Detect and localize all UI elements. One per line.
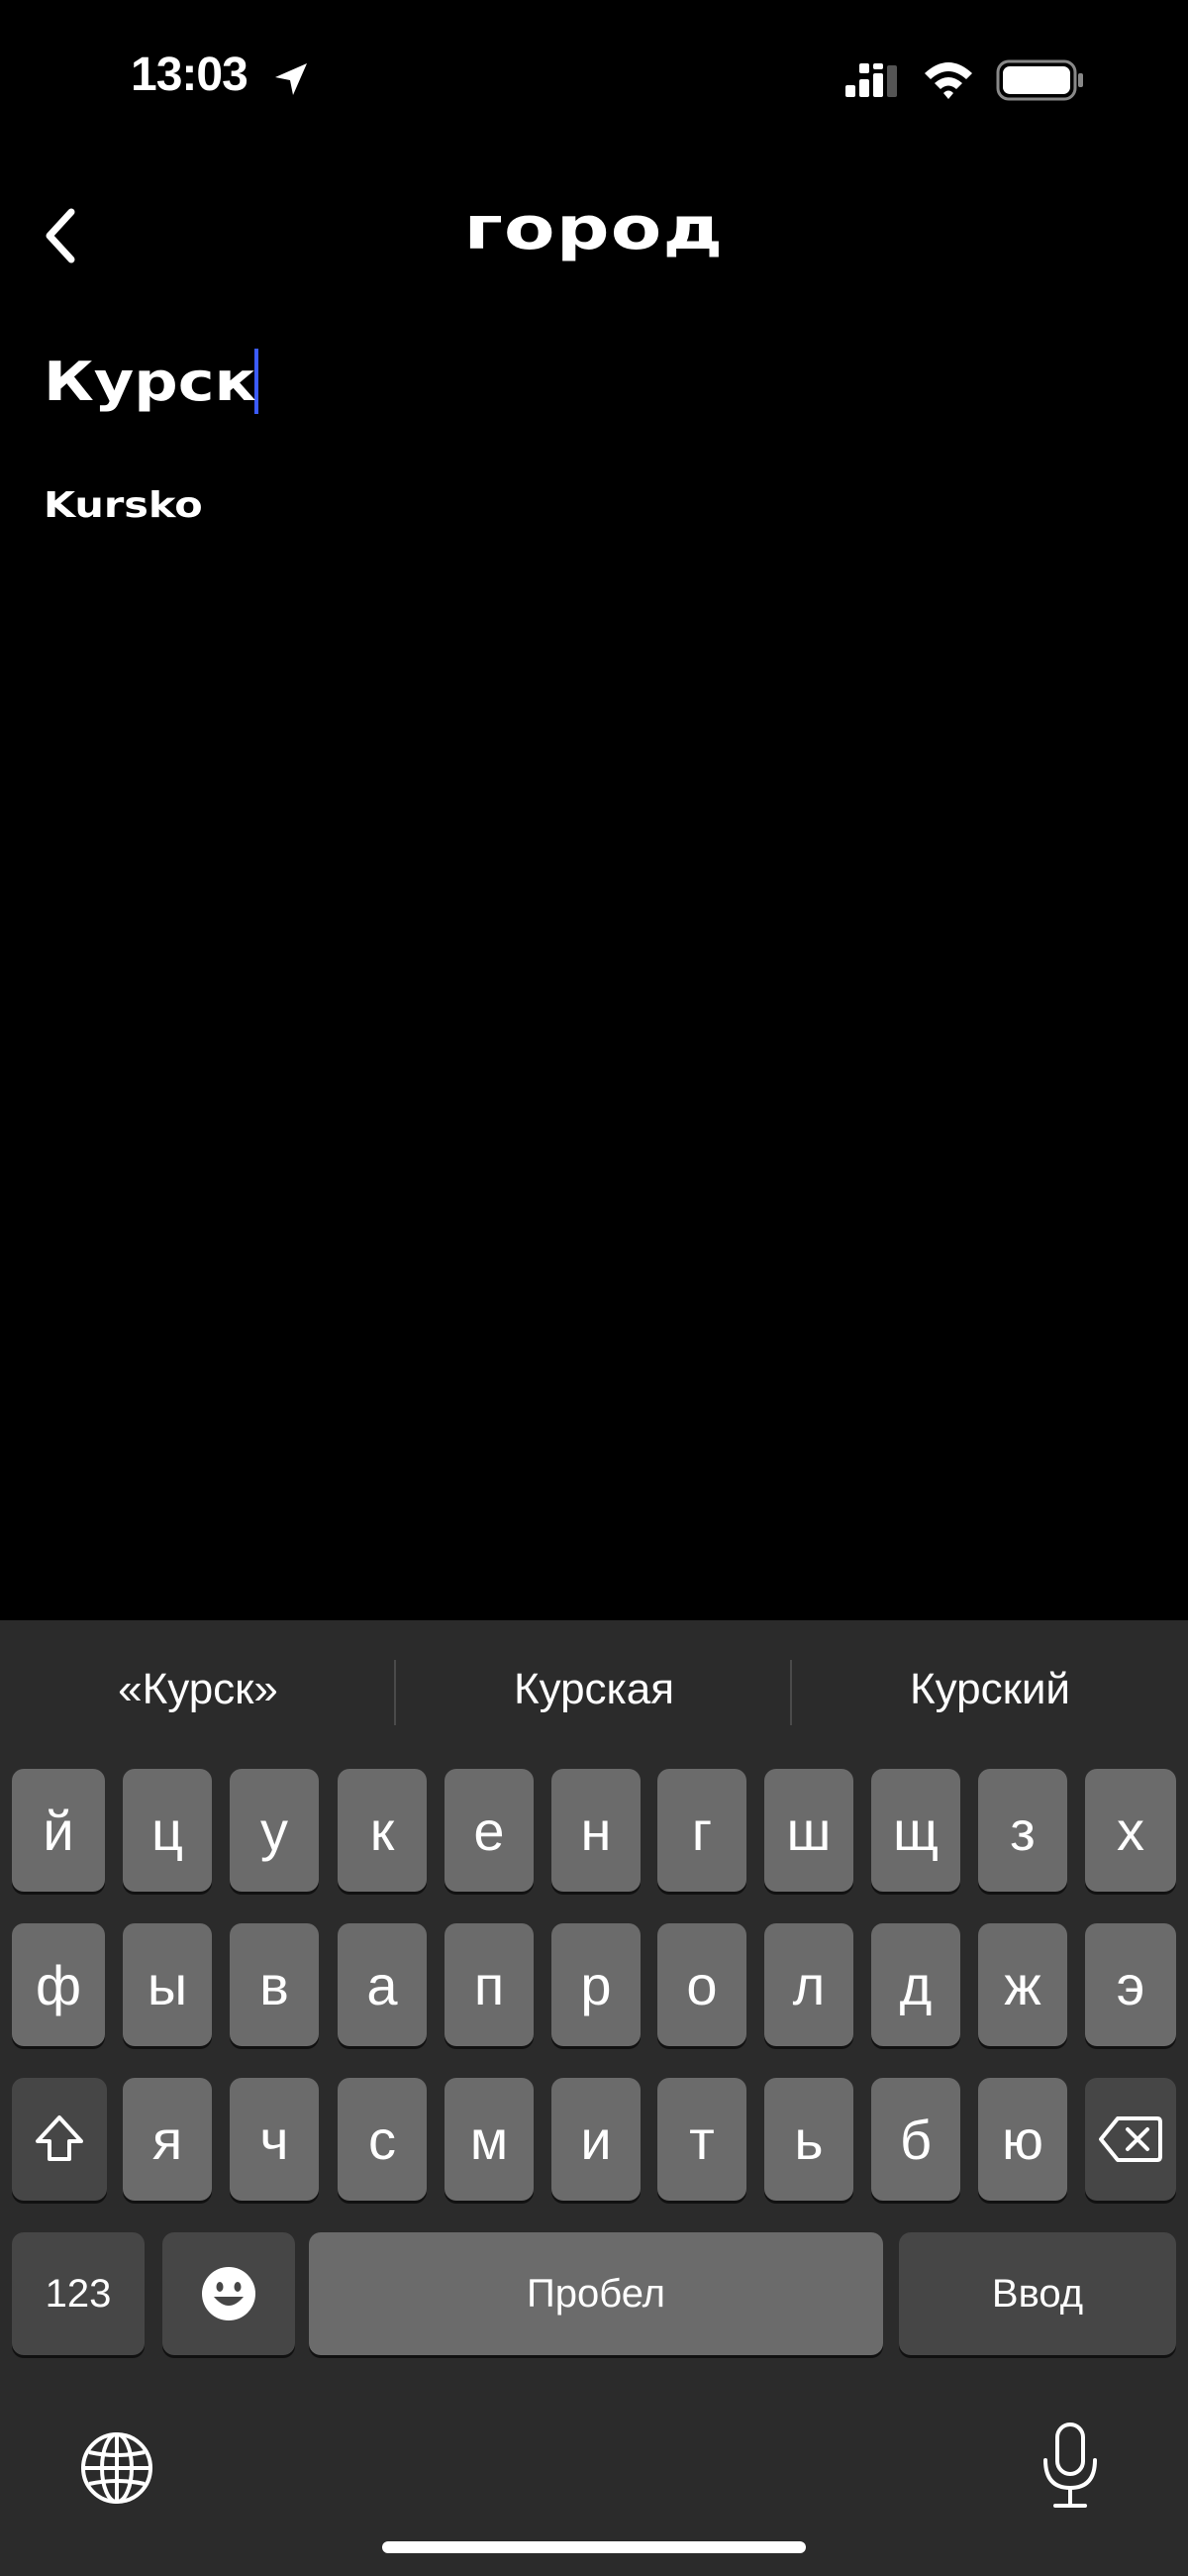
- prediction-item[interactable]: «Курск»: [0, 1650, 396, 1729]
- prediction-bar: «Курск» Курская Курский: [0, 1620, 1188, 1759]
- city-suggestion-item[interactable]: Kursko: [44, 485, 203, 526]
- shift-icon: [36, 2115, 83, 2161]
- key[interactable]: ц: [123, 1769, 212, 1892]
- key[interactable]: щ: [871, 1769, 960, 1892]
- backspace-icon: [1099, 2116, 1162, 2162]
- emoji-icon: [202, 2267, 255, 2320]
- wifi-icon: [925, 62, 972, 99]
- key[interactable]: ю: [978, 2078, 1067, 2201]
- key[interactable]: ь: [764, 2078, 853, 2201]
- shift-button[interactable]: [12, 2078, 107, 2201]
- key[interactable]: г: [657, 1769, 746, 1892]
- key[interactable]: ы: [123, 1923, 212, 2046]
- status-time: 13:03: [131, 49, 248, 101]
- battery-icon: [996, 59, 1083, 101]
- key[interactable]: в: [230, 1923, 319, 2046]
- key[interactable]: и: [551, 2078, 641, 2201]
- key[interactable]: ф: [12, 1923, 105, 2046]
- key[interactable]: х: [1085, 1769, 1176, 1892]
- backspace-button[interactable]: [1085, 2078, 1176, 2201]
- key[interactable]: т: [657, 2078, 746, 2201]
- search-input-value: Курск: [44, 350, 256, 413]
- key[interactable]: с: [338, 2078, 427, 2201]
- key[interactable]: м: [445, 2078, 534, 2201]
- space-bar[interactable]: Пробел: [309, 2232, 883, 2355]
- key[interactable]: р: [551, 1923, 641, 2046]
- key[interactable]: л: [764, 1923, 853, 2046]
- emoji-key[interactable]: [162, 2232, 295, 2355]
- key[interactable]: к: [338, 1769, 427, 1892]
- globe-icon[interactable]: [77, 2428, 156, 2508]
- status-bar: 13:03: [0, 0, 1188, 158]
- key[interactable]: б: [871, 2078, 960, 2201]
- city-search-input[interactable]: Курск: [44, 337, 1133, 426]
- key[interactable]: о: [657, 1923, 746, 2046]
- numbers-key[interactable]: 123: [12, 2232, 145, 2355]
- key[interactable]: я: [123, 2078, 212, 2201]
- key[interactable]: а: [338, 1923, 427, 2046]
- cellular-signal-icon: [845, 63, 897, 97]
- microphone-icon[interactable]: [1036, 2421, 1105, 2512]
- key[interactable]: ч: [230, 2078, 319, 2201]
- key[interactable]: н: [551, 1769, 641, 1892]
- key[interactable]: ш: [764, 1769, 853, 1892]
- location-arrow-icon: [275, 63, 307, 95]
- home-indicator: [382, 2541, 806, 2553]
- key[interactable]: д: [871, 1923, 960, 2046]
- keyboard: «Курск» Курская Курский й ц у к е н г ш …: [0, 1620, 1188, 2576]
- key[interactable]: е: [445, 1769, 534, 1892]
- page-title: город: [463, 194, 725, 263]
- key[interactable]: ж: [978, 1923, 1067, 2046]
- prediction-item[interactable]: Курская: [396, 1650, 792, 1729]
- return-key[interactable]: Ввод: [899, 2232, 1176, 2355]
- key[interactable]: п: [445, 1923, 534, 2046]
- key[interactable]: й: [12, 1769, 105, 1892]
- prediction-item[interactable]: Курский: [792, 1650, 1188, 1729]
- key[interactable]: у: [230, 1769, 319, 1892]
- key[interactable]: з: [978, 1769, 1067, 1892]
- key[interactable]: э: [1085, 1923, 1176, 2046]
